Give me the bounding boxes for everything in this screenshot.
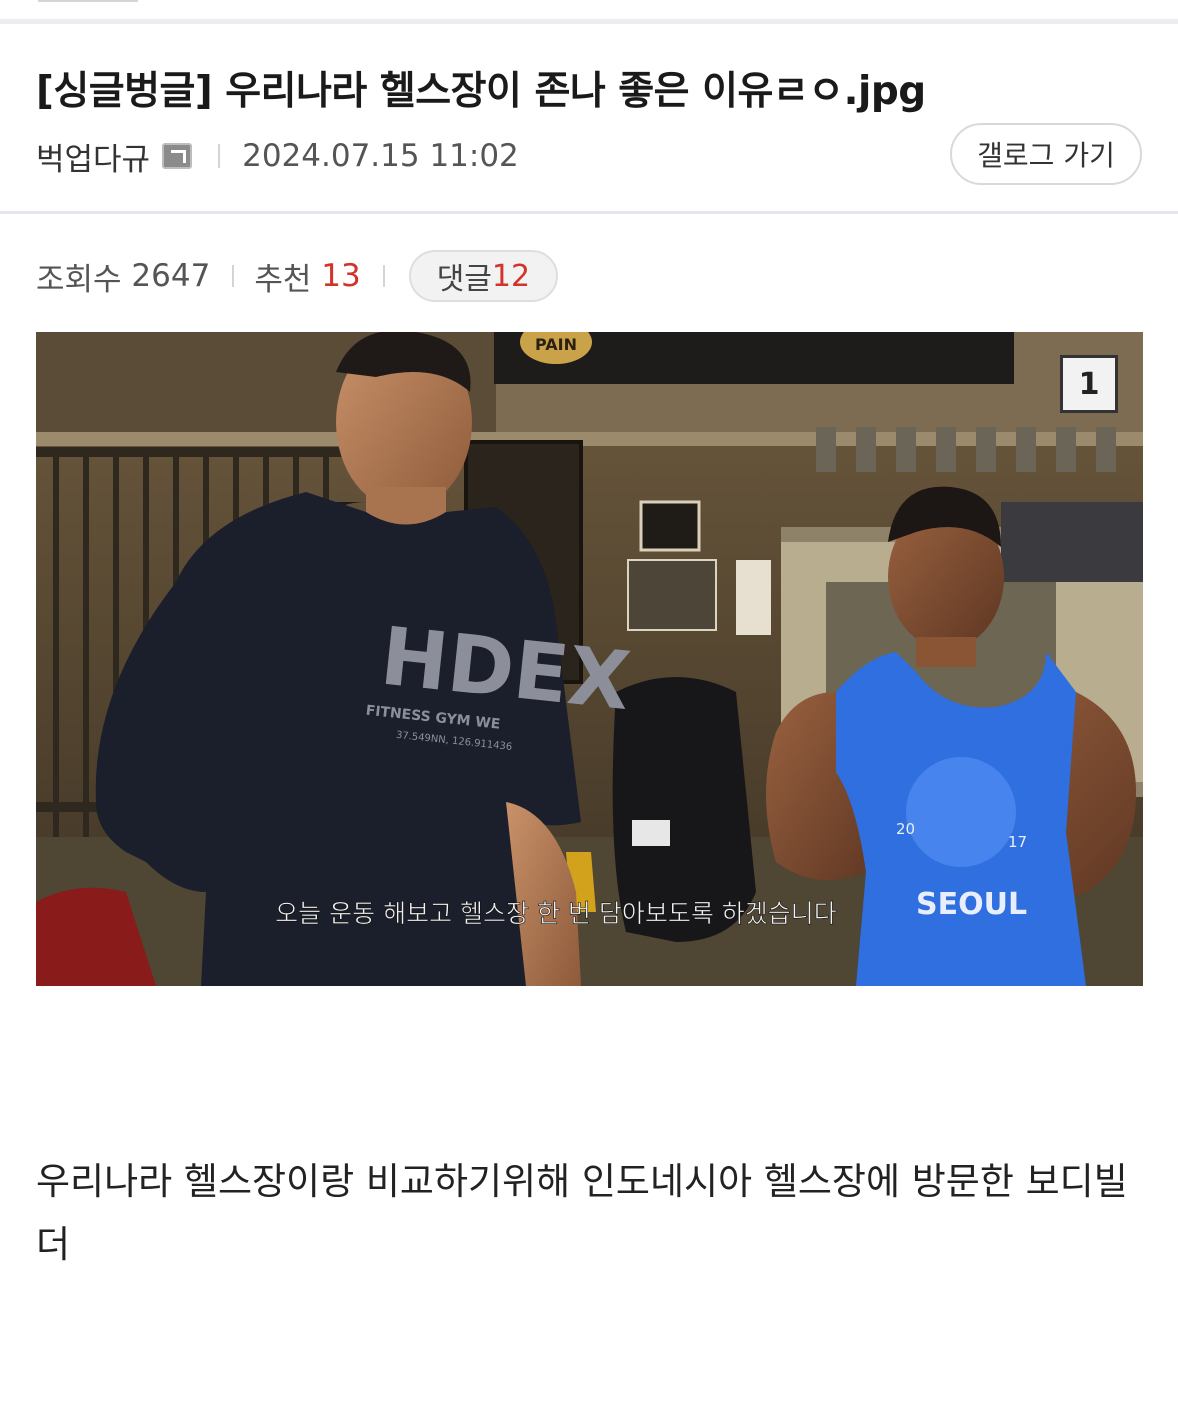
header-divider [0,211,1178,214]
views-label: 조회수 [36,261,122,298]
post-date: 2024.07.15 11:02 [242,138,519,174]
meta-separator [218,144,221,168]
tank-year-left: 20 [896,820,915,838]
post-body: 우리나라 헬스장이랑 비교하기위해 인도네시아 헬스장에 방문한 보디빌더 [36,1160,1128,1266]
top-bar [0,0,1178,24]
gallog-button[interactable]: 갤로그 가기 [950,123,1142,185]
comments-count: 12 [491,258,531,294]
video-subtitle: 오늘 운동 해보고 헬스장 한 번 담아보도록 하겠습니다 [275,899,837,928]
stats-separator [382,265,385,287]
tank-seoul-text: SEOUL [916,887,1027,922]
post-title: [싱글벙글] 우리나라 헬스장이 존나 좋은 이유ㄹㅇ.jpg [36,69,926,114]
recommend-count: 13 [321,258,361,294]
author-name[interactable]: 벅업다규 [36,134,150,179]
comments-label: 댓글 [436,262,492,297]
comments-button[interactable]: 댓글 12 [408,250,559,302]
stats-separator [232,265,235,287]
tank-year-right: 17 [1008,833,1027,851]
tab-stub [38,0,138,2]
level-badge-icon [162,143,193,169]
post-stats: 조회수 2647 추천 13 댓글 12 [36,250,559,302]
gym-photo-illustration: PAIN HDEX FITNESS GYM WE 37.549NN, 126.9… [36,332,1143,986]
post-meta: 벅업다규 2024.07.15 11:02 [36,134,519,178]
pain-sign-text: PAIN [535,335,577,354]
top-divider [0,19,1178,24]
recommend-label: 추천 [254,261,312,298]
views-count: 2647 [131,258,211,294]
post-image[interactable]: PAIN HDEX FITNESS GYM WE 37.549NN, 126.9… [36,332,1143,986]
image-index-badge: 1 [1060,355,1118,413]
